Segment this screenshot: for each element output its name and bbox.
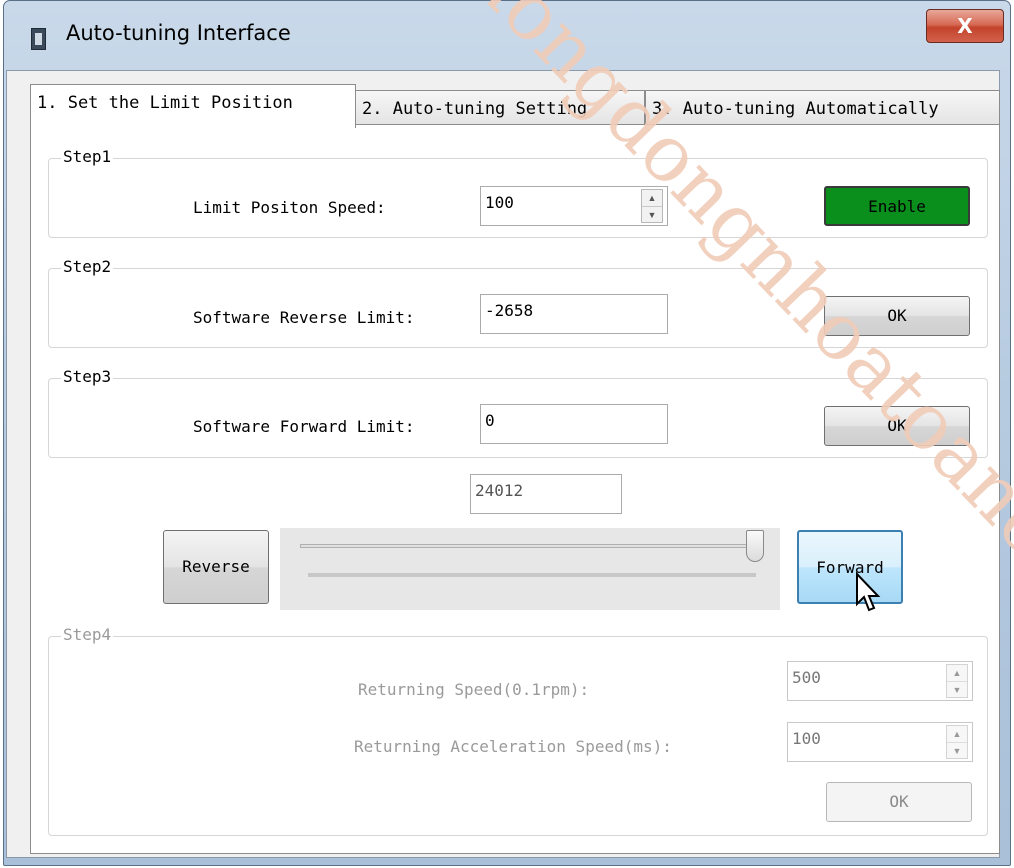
step4-legend: Step4 [61, 625, 114, 644]
limit-position-speed-label: Limit Positon Speed: [193, 198, 386, 217]
position-slider[interactable] [280, 528, 780, 610]
forward-button[interactable]: Forward [797, 530, 903, 604]
software-forward-limit-label: Software Forward Limit: [193, 417, 415, 436]
returning-acceleration-label: Returning Acceleration Speed(ms): [354, 737, 672, 756]
spin-down-icon[interactable]: ▼ [947, 681, 967, 698]
software-reverse-limit-input[interactable]: -2658 [480, 294, 668, 334]
spin-down-icon[interactable]: ▼ [947, 742, 967, 759]
returning-speed-label: Returning Speed(0.1rpm): [358, 680, 590, 699]
tab-set-limit-position[interactable]: 1. Set the Limit Position [30, 84, 356, 128]
reverse-button[interactable]: Reverse [163, 530, 269, 604]
slider-track [300, 544, 760, 548]
app-icon [31, 28, 46, 50]
slider-tick-track [308, 573, 756, 577]
current-position-readout: 24012 [470, 474, 622, 514]
step2-legend: Step2 [61, 257, 114, 276]
window-title: Auto-tuning Interface [66, 21, 291, 45]
software-reverse-limit-label: Software Reverse Limit: [193, 308, 415, 327]
spin-up-icon[interactable]: ▲ [947, 726, 967, 742]
mouse-pointer-icon [856, 572, 881, 612]
close-button[interactable]: X [926, 9, 1004, 43]
enable-button[interactable]: Enable [824, 186, 970, 226]
step4-ok-button[interactable]: OK [826, 782, 972, 822]
step3-legend: Step3 [61, 367, 114, 386]
returning-acceleration-spinner[interactable]: ▲ ▼ [946, 725, 968, 759]
returning-speed-spinner[interactable]: ▲ ▼ [946, 664, 968, 698]
software-forward-limit-input[interactable]: 0 [480, 404, 668, 444]
limit-position-speed-input[interactable]: 100 [480, 186, 668, 226]
spin-up-icon[interactable]: ▲ [947, 665, 967, 681]
step1-legend: Step1 [61, 147, 114, 166]
slider-thumb[interactable] [746, 530, 764, 562]
